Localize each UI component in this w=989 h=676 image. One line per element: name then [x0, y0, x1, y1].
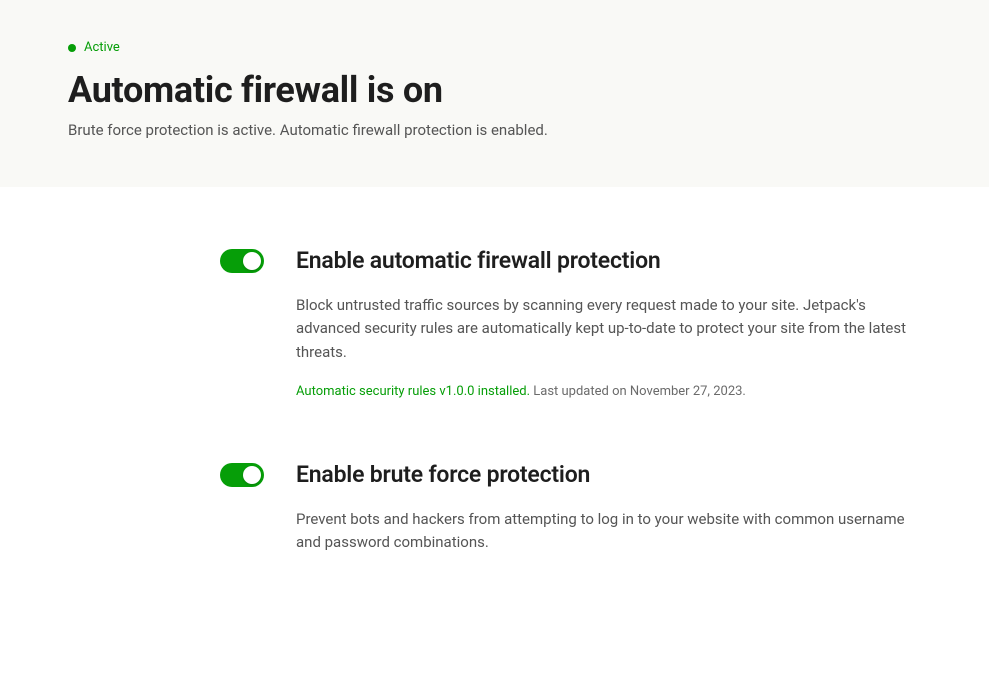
status-dot-icon	[68, 44, 76, 52]
header-section: Active Automatic firewall is on Brute fo…	[0, 0, 989, 187]
settings-section: Enable automatic firewall protection Blo…	[0, 187, 989, 676]
setting-firewall-title: Enable automatic firewall protection	[296, 247, 916, 274]
setting-firewall-meta: Automatic security rules v1.0.0 installe…	[296, 384, 916, 399]
setting-bruteforce: Enable brute force protection Prevent bo…	[68, 461, 921, 575]
setting-firewall-meta-highlight: Automatic security rules v1.0.0 installe…	[296, 384, 530, 399]
setting-firewall-meta-rest: Last updated on November 27, 2023.	[530, 384, 746, 399]
page-subtitle: Brute force protection is active. Automa…	[68, 121, 921, 139]
setting-firewall-body: Enable automatic firewall protection Blo…	[296, 247, 916, 399]
page-title: Automatic firewall is on	[68, 69, 921, 111]
setting-bruteforce-body: Enable brute force protection Prevent bo…	[296, 461, 916, 575]
toggle-knob-icon	[243, 252, 261, 270]
setting-bruteforce-title: Enable brute force protection	[296, 461, 916, 488]
setting-firewall-description: Block untrusted traffic sources by scann…	[296, 294, 916, 364]
toggle-bruteforce[interactable]	[220, 463, 264, 487]
toggle-knob-icon	[243, 466, 261, 484]
setting-firewall: Enable automatic firewall protection Blo…	[68, 247, 921, 399]
status-row: Active	[68, 40, 921, 55]
setting-bruteforce-description: Prevent bots and hackers from attempting…	[296, 508, 916, 555]
status-label: Active	[84, 40, 120, 55]
toggle-firewall[interactable]	[220, 249, 264, 273]
